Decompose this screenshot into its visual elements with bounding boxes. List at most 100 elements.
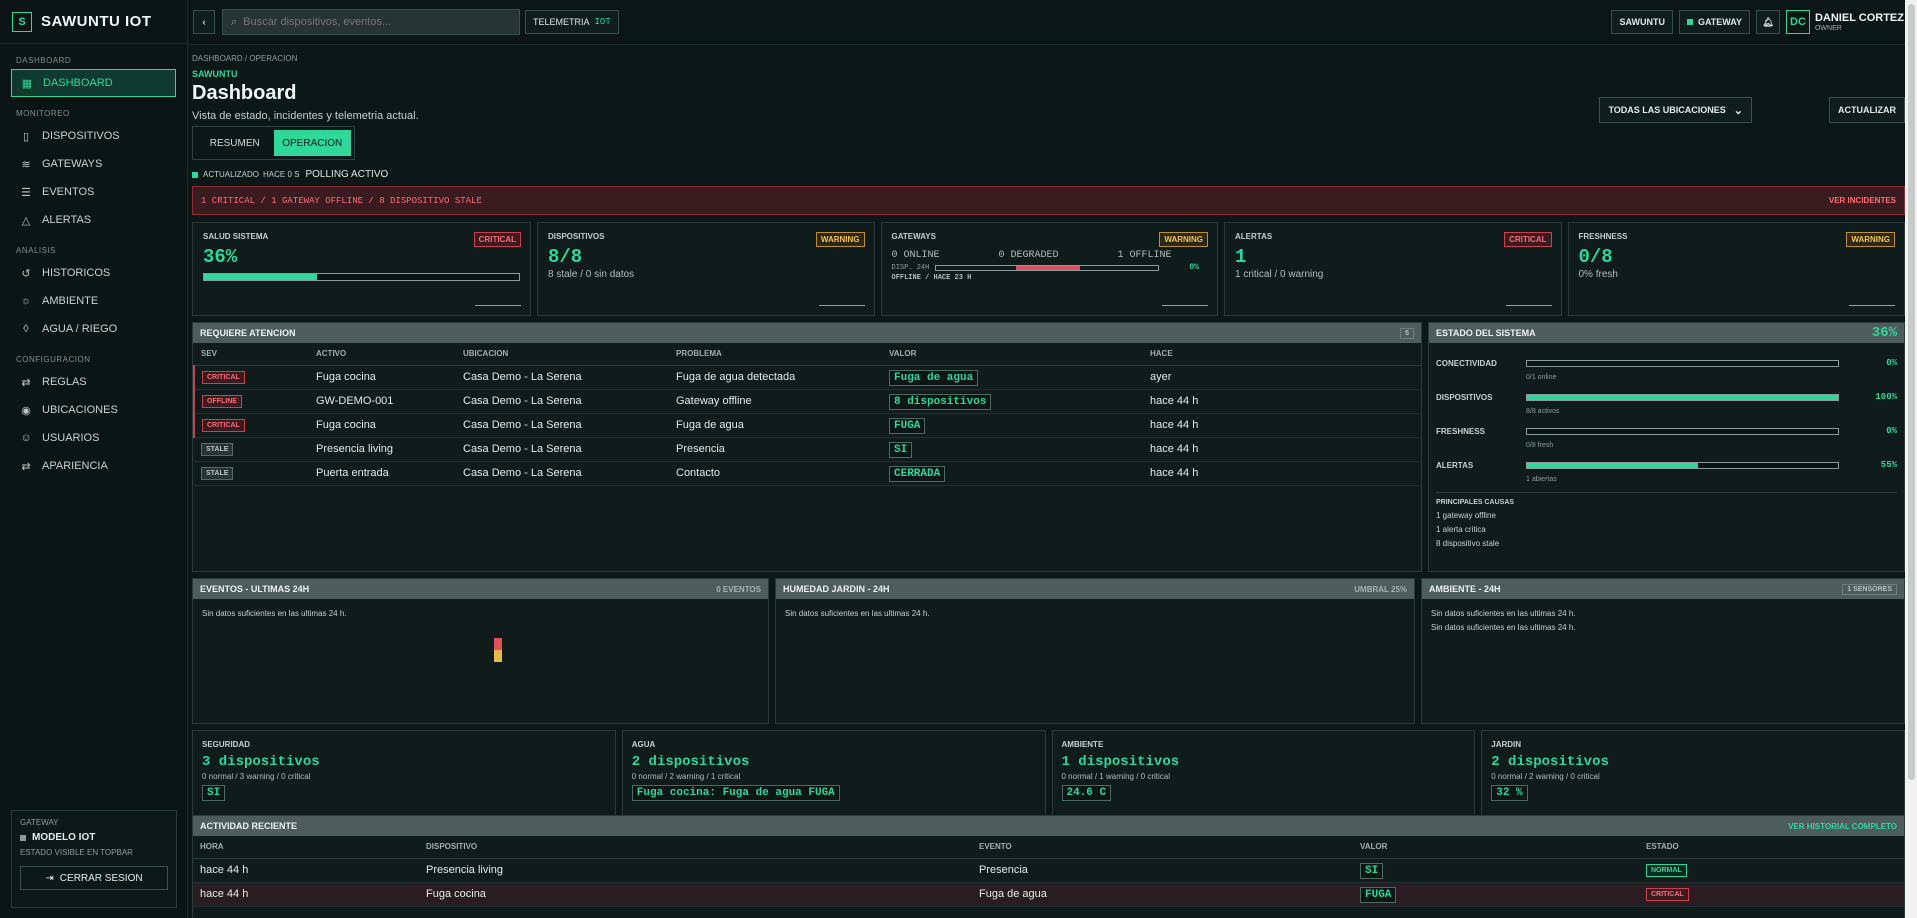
sidebar-item-historicos[interactable]: ↺ HISTORICOS xyxy=(11,259,176,287)
column-header: VALOR xyxy=(1353,836,1639,859)
panel-header: ACTIVIDAD RECIENTE VER HISTORIAL COMPLET… xyxy=(193,816,1904,836)
panel-meta: 0 EVENTOS xyxy=(716,584,761,594)
severity-badge: CRITICAL xyxy=(202,371,245,384)
kpi-gateways[interactable]: GATEWAYS WARNING 0 ONLINE 0 DEGRADED 1 O… xyxy=(880,222,1218,316)
telemetry-button[interactable]: TELEMETRIA IOT xyxy=(525,10,619,34)
kpi-health[interactable]: SALUD SISTEMA CRITICAL 36% xyxy=(192,222,531,316)
sidebar-item-label: AGUA / RIEGO xyxy=(42,323,118,335)
kpi-freshness[interactable]: FRESHNESS WARNING 0/8 0% fresh xyxy=(1567,222,1905,316)
location-select-value: TODAS LAS UBICACIONES xyxy=(1608,105,1726,115)
system-metric-dispositivos: DISPOSITIVOS 100% xyxy=(1429,392,1904,402)
sidebar-item-agua-riego[interactable]: ◊ AGUA / RIEGO xyxy=(11,315,176,343)
page-title: Dashboard xyxy=(192,82,297,104)
sidebar-item-label: APARIENCIA xyxy=(42,460,108,472)
logout-button[interactable]: ⇥ CERRAR SESION xyxy=(20,866,168,890)
collapse-sidebar-button[interactable]: ‹ xyxy=(193,10,215,34)
avatar[interactable]: DC xyxy=(1785,10,1810,34)
sidebar-item-gateways[interactable]: ≋ GATEWAYS xyxy=(11,150,176,178)
table-row[interactable]: STALE Puerta entrada Casa Demo - La Sere… xyxy=(194,461,1421,486)
sidebar-item-dispositivos[interactable]: ▯ DISPOSITIVOS xyxy=(11,122,176,150)
asset-link[interactable]: Presencia living xyxy=(309,437,456,462)
sidebar-item-ubicaciones[interactable]: ◉ UBICACIONES xyxy=(11,396,176,424)
ago-cell: ayer xyxy=(1143,365,1421,390)
status-badge: CRITICAL xyxy=(473,232,521,247)
sidebar-item-usuarios[interactable]: ☺ USUARIOS xyxy=(11,424,176,452)
category-sub: 0 normal / 2 warning / 1 critical xyxy=(631,772,741,781)
sidebar-item-apariencia[interactable]: ⇄ APARIENCIA xyxy=(11,452,176,480)
category-seguridad[interactable]: SEGURIDAD 3 dispositivos 0 normal / 3 wa… xyxy=(192,730,616,818)
panel-header: AMBIENTE - 24H 1 SENSORES xyxy=(1422,579,1904,599)
asset-link[interactable]: Fuga cocina xyxy=(309,365,456,390)
ago-cell: hace 44 h xyxy=(1143,461,1421,486)
sidebar-item-eventos[interactable]: ☰ EVENTOS xyxy=(11,178,176,206)
metric-pct: 55% xyxy=(1880,460,1897,470)
view-incidents-link[interactable]: VER INCIDENTES xyxy=(1829,196,1896,205)
table-row[interactable]: hace 44 h Fuga cocina Fuga de agua FUGA … xyxy=(193,882,1904,907)
org-button[interactable]: SAWUNTU xyxy=(1611,10,1673,34)
content: DASHBOARD / OPERACION SAWUNTU Dashboard … xyxy=(188,45,1905,918)
user-role: OWNER xyxy=(1814,24,1842,32)
kpi-row: SALUD SISTEMA CRITICAL 36% DISPOSITIVOS … xyxy=(192,222,1905,316)
asset-link[interactable]: Fuga cocina xyxy=(309,413,456,438)
sidebar-item-alertas[interactable]: △ ALERTAS xyxy=(11,206,176,234)
system-metric-alertas: ALERTAS 55% xyxy=(1429,460,1904,470)
view-history-link[interactable]: VER HISTORIAL COMPLETO xyxy=(1788,822,1897,831)
panel-title: AMBIENTE - 24H xyxy=(1429,584,1501,594)
notifications-button[interactable]: 🔔︎ xyxy=(1755,10,1780,34)
category-chip: 24.6 C xyxy=(1061,785,1112,801)
search-input[interactable] xyxy=(243,16,494,28)
asset-link[interactable]: Puerta entrada xyxy=(309,461,456,486)
refresh-button[interactable]: ACTUALIZAR xyxy=(1829,97,1905,123)
table-row[interactable]: STALE Presencia living Casa Demo - La Se… xyxy=(194,437,1421,462)
health-progress-bar xyxy=(203,273,520,281)
incident-summary: 1 CRITICAL / 1 GATEWAY OFFLINE / 8 DISPO… xyxy=(201,195,482,206)
kpi-alerts[interactable]: ALERTAS CRITICAL 1 1 critical / 0 warnin… xyxy=(1224,222,1562,316)
device-link[interactable]: Presencia living xyxy=(419,858,972,883)
main: ‹ ⌕ TELEMETRIA IOT SAWUNTU GATEWAY 🔔︎ DC xyxy=(188,0,1917,918)
sidebar-item-dashboard[interactable]: ▦ DASHBOARD xyxy=(11,69,176,97)
category-jardin[interactable]: JARDIN 2 dispositivos 0 normal / 2 warni… xyxy=(1481,730,1905,818)
table-row[interactable]: hace 44 h Presencia living Presencia SI … xyxy=(193,858,1904,883)
logout-icon: ⇥ xyxy=(45,872,54,884)
gateway-status-button[interactable]: GATEWAY xyxy=(1678,10,1750,34)
kpi-title: ALERTAS xyxy=(1235,232,1273,241)
location-cell: Casa Demo - La Serena xyxy=(456,365,669,390)
sidebar-item-ambiente[interactable]: ☼ AMBIENTE xyxy=(11,287,176,315)
empty-state: Sin datos suficientes en las ultimas 24 … xyxy=(785,609,930,618)
category-agua[interactable]: AGUA 2 dispositivos 0 normal / 2 warning… xyxy=(621,730,1046,818)
breadcrumb: DASHBOARD / OPERACION xyxy=(192,54,298,63)
tab-operacion[interactable]: OPERACION xyxy=(273,130,351,156)
kpi-devices[interactable]: DISPOSITIVOS WARNING 8/8 8 stale / 0 sin… xyxy=(537,222,875,316)
user-info[interactable]: DANIEL CORTEZ OWNER xyxy=(1814,12,1904,32)
scrollbar-thumb[interactable] xyxy=(1908,4,1915,780)
panel-title: HUMEDAD JARDIN - 24H xyxy=(783,584,890,594)
brand-logo-icon: S xyxy=(12,11,32,32)
telemetry-tag: IOT xyxy=(594,17,611,27)
sidebar-item-reglas[interactable]: ⇄ REGLAS xyxy=(11,368,176,396)
category-value: 2 dispositivos xyxy=(1491,754,1609,770)
location-select[interactable]: TODAS LAS UBICACIONES ⌄ xyxy=(1599,97,1752,123)
value-chip: CERRADA xyxy=(889,465,946,482)
tab-resumen[interactable]: RESUMEN xyxy=(196,130,274,156)
device-link[interactable]: Fuga cocina xyxy=(419,882,972,907)
table-row[interactable]: CRITICAL Fuga cocina Casa Demo - La Sere… xyxy=(193,365,1421,390)
category-ambiente[interactable]: AMBIENTE 1 dispositivos 0 normal / 1 war… xyxy=(1051,730,1476,818)
panel-title: ACTIVIDAD RECIENTE xyxy=(200,821,298,831)
asset-link[interactable]: GW-DEMO-001 xyxy=(309,389,456,414)
metric-note: 0/8 fresh xyxy=(1526,442,1554,449)
category-title: SEGURIDAD xyxy=(202,740,251,749)
metric-label: CONECTIVIDAD xyxy=(1436,358,1497,368)
system-metric-freshness: FRESHNESS 0% xyxy=(1429,426,1904,436)
search-bar[interactable]: ⌕ xyxy=(222,9,520,35)
location-cell: Casa Demo - La Serena xyxy=(456,389,669,414)
ambient-panel: AMBIENTE - 24H 1 SENSORES Sin datos sufi… xyxy=(1421,578,1905,724)
brand[interactable]: S SAWUNTU IOT xyxy=(0,0,187,44)
page-subtitle: Vista de estado, incidentes y telemetria… xyxy=(192,110,419,122)
table-row[interactable]: CRITICAL Fuga cocina Casa Demo - La Sere… xyxy=(193,413,1421,438)
scrollbar-track[interactable] xyxy=(1905,0,1917,918)
nav-section-analisis: ANALISIS xyxy=(16,246,57,255)
category-sub: 0 normal / 3 warning / 0 critical xyxy=(202,772,311,781)
time-cell: hace 44 h xyxy=(193,882,419,907)
table-row[interactable]: OFFLINE GW-DEMO-001 Casa Demo - La Seren… xyxy=(193,389,1421,414)
location-cell: Casa Demo - La Serena xyxy=(456,437,669,462)
